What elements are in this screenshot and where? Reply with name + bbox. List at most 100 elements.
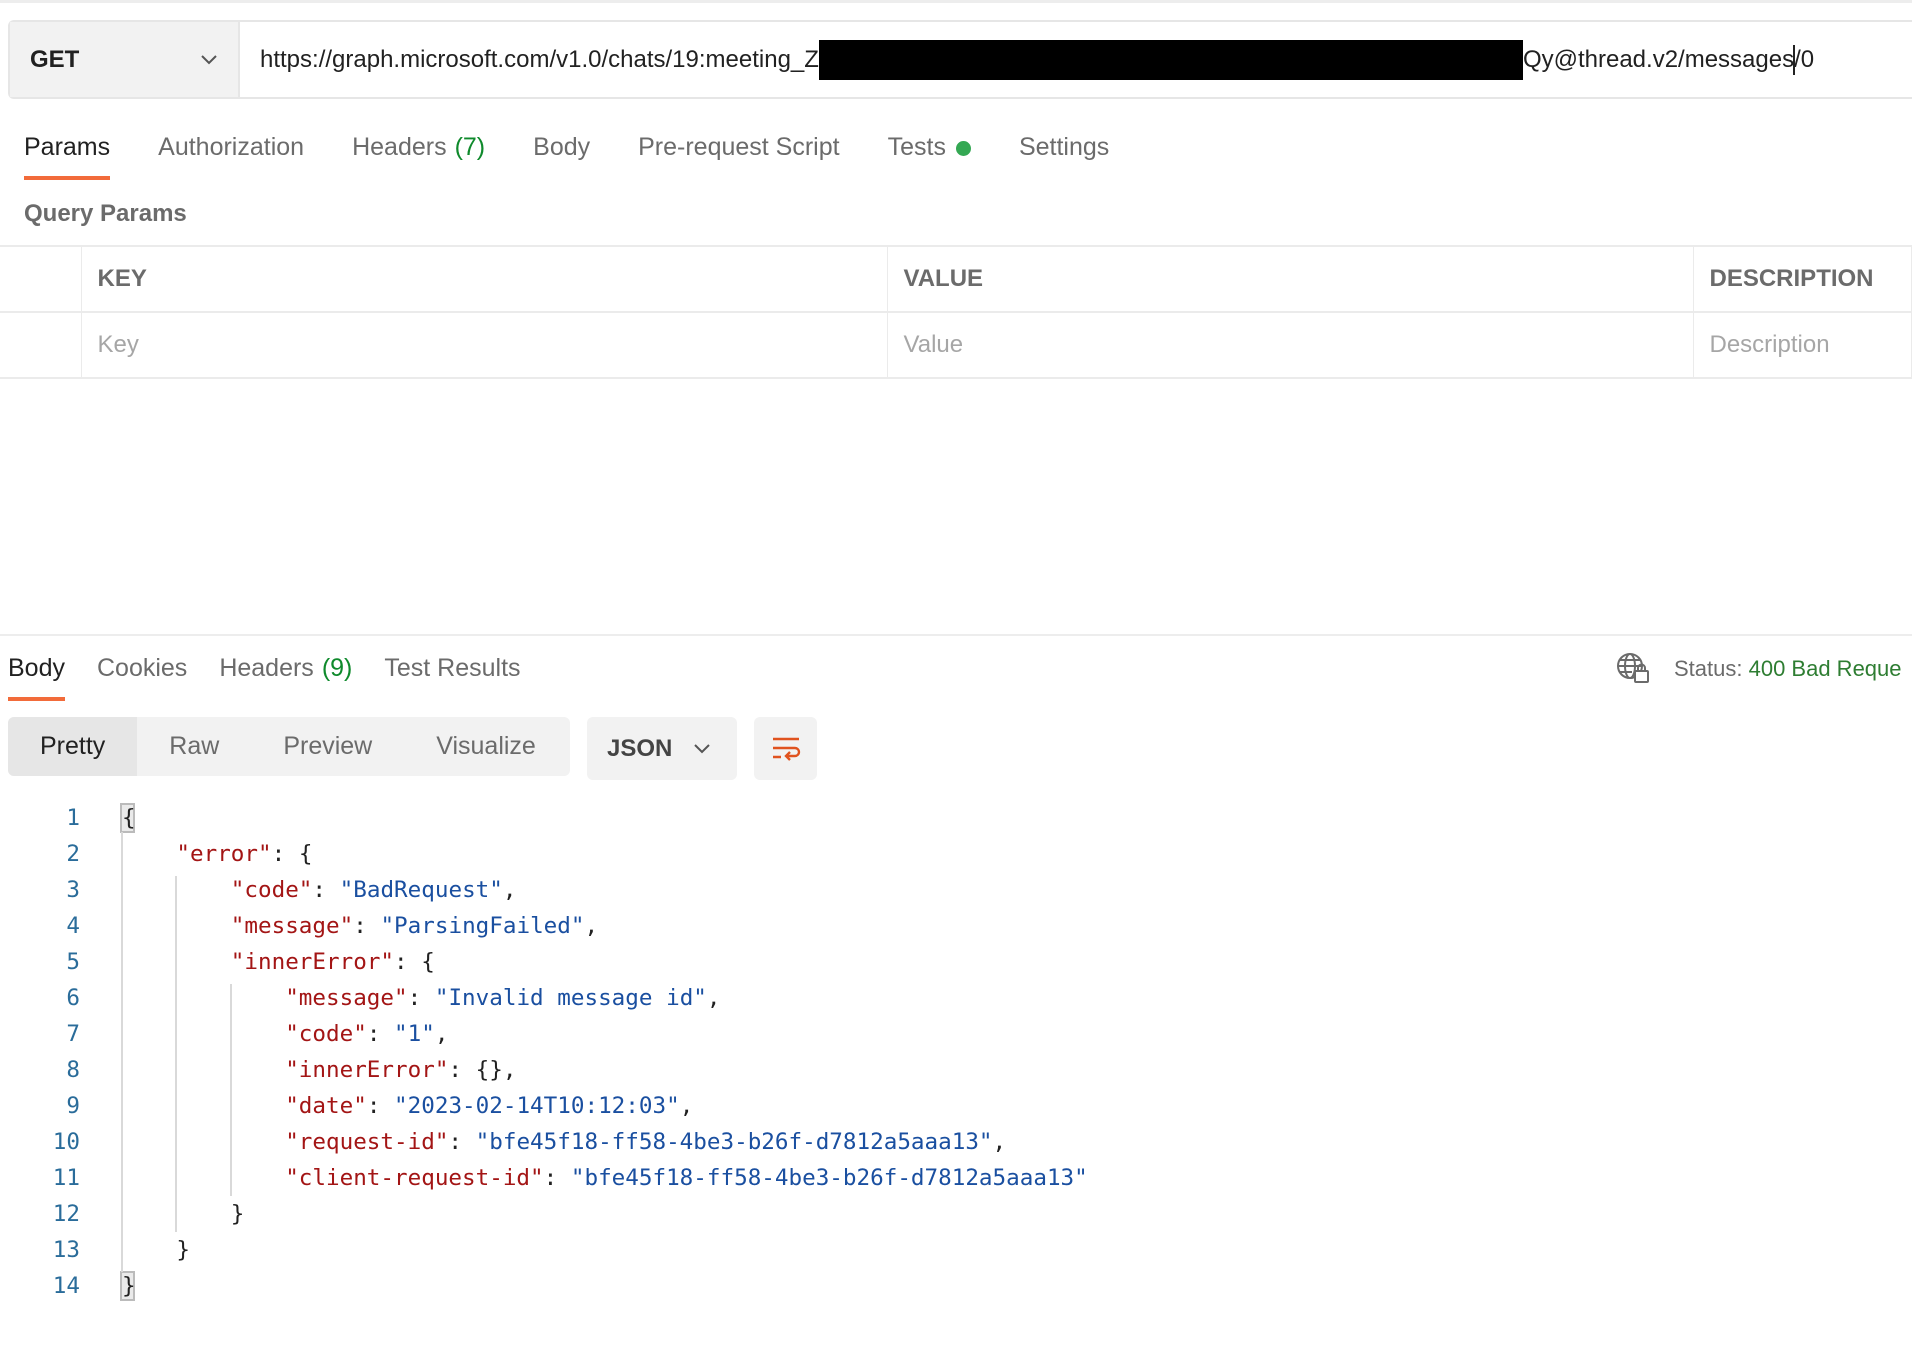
- code-line: 6 "message": "Invalid message id",: [0, 980, 720, 1016]
- code-line: 11 "client-request-id": "bfe45f18-ff58-4b…: [0, 1160, 1088, 1196]
- request-tab-authorization[interactable]: Authorization: [158, 133, 304, 162]
- code-text: "request-id": "bfe45f18-ff58-4be3-b26f-d…: [285, 1129, 1006, 1155]
- view-preview[interactable]: Preview: [251, 717, 404, 776]
- json-key: "client-request-id": [285, 1165, 544, 1191]
- line-number: 12: [52, 1201, 80, 1227]
- json-punctuation: : {},: [448, 1057, 517, 1083]
- top-divider: [0, 0, 1912, 3]
- format-label: JSON: [607, 734, 673, 762]
- json-string: "bfe45f18-ff58-4be3-b26f-d7812a5aaa13": [475, 1129, 993, 1155]
- code-line: 13}: [0, 1232, 190, 1268]
- view-mode-selector: Pretty Raw Preview Visualize: [8, 717, 570, 776]
- json-key: "message": [285, 985, 408, 1011]
- request-tab-tests[interactable]: Tests: [888, 133, 971, 162]
- request-bar: GET https://graph.microsoft.com/v1.0/cha…: [8, 20, 1912, 99]
- tab-count: (7): [454, 133, 486, 161]
- json-string: "bfe45f18-ff58-4be3-b26f-d7812a5aaa13": [570, 1165, 1088, 1191]
- code-text: "code": "1",: [285, 1021, 448, 1047]
- json-punctuation: :: [312, 877, 340, 903]
- indent-guide: [175, 876, 178, 1232]
- request-tab-params[interactable]: Params: [24, 133, 111, 180]
- json-punctuation: ,: [679, 1093, 694, 1119]
- code-line: 1{: [0, 800, 136, 836]
- status-value: 400 Bad Reque: [1748, 656, 1902, 681]
- line-number: 10: [52, 1129, 80, 1155]
- json-punctuation: :: [407, 985, 435, 1011]
- code-line: 5 "innerError": {: [0, 944, 434, 980]
- line-number: 13: [52, 1237, 80, 1263]
- description-input[interactable]: Description: [1693, 311, 1912, 379]
- json-key: "request-id": [285, 1129, 449, 1155]
- request-tab-headers[interactable]: Headers (7): [352, 133, 485, 162]
- json-string: "2023-02-14T10:12:03": [394, 1093, 680, 1119]
- json-punctuation: ,: [502, 877, 517, 903]
- response-tab-cookies[interactable]: Cookies: [97, 654, 187, 683]
- json-punctuation: ,: [706, 985, 721, 1011]
- response-tab-body[interactable]: Body: [8, 654, 65, 701]
- response-body-code[interactable]: 1{2 "error": {3 "code": "BadRequest", 4 "mes…: [0, 800, 1088, 1304]
- json-key: "code": [285, 1021, 367, 1047]
- tab-label: Body: [533, 133, 591, 161]
- tab-label: Params: [24, 133, 111, 161]
- line-number: 4: [66, 913, 80, 939]
- pane-divider[interactable]: [0, 634, 1912, 636]
- value-input[interactable]: Value: [887, 311, 1694, 379]
- line-number: 6: [66, 985, 80, 1011]
- code-text: "message": "Invalid message id",: [285, 985, 720, 1011]
- tab-label: Tests: [887, 133, 946, 161]
- json-punctuation: :: [353, 913, 381, 939]
- json-string: "ParsingFailed": [380, 913, 585, 939]
- wrap-lines-button[interactable]: [754, 717, 817, 780]
- key-input[interactable]: Key: [81, 311, 888, 379]
- code-text: {: [122, 805, 136, 831]
- view-visualize[interactable]: Visualize: [404, 717, 568, 776]
- response-tabs: Body Cookies Headers (9) Test Results: [8, 654, 553, 701]
- request-tab-body[interactable]: Body: [533, 133, 590, 162]
- json-string: "BadRequest": [339, 877, 503, 903]
- response-tab-headers[interactable]: Headers (9): [219, 654, 352, 683]
- code-text: "innerError": {},: [285, 1057, 516, 1083]
- tab-label: Cookies: [96, 654, 188, 682]
- description-header: DESCRIPTION: [1693, 245, 1912, 312]
- code-text: "client-request-id": "bfe45f18-ff58-4be3…: [285, 1165, 1088, 1191]
- json-key: "error": [176, 841, 272, 867]
- code-text: "date": "2023-02-14T10:12:03",: [285, 1093, 693, 1119]
- chevron-down-icon: [201, 54, 217, 64]
- format-select[interactable]: JSON: [587, 717, 737, 780]
- json-punctuation: :: [366, 1093, 395, 1119]
- code-text: "code": "BadRequest",: [231, 877, 517, 903]
- key-header: KEY: [81, 245, 888, 312]
- code-line: 7 "code": "1",: [0, 1016, 448, 1052]
- view-raw[interactable]: Raw: [137, 717, 251, 776]
- response-status: Status: 400 Bad Reque: [1674, 656, 1902, 682]
- json-punctuation: :: [543, 1165, 571, 1191]
- json-punctuation: }: [122, 1273, 136, 1299]
- chevron-down-icon: [694, 743, 710, 753]
- json-key: "innerError": [230, 949, 395, 975]
- tab-label: Headers: [352, 133, 447, 161]
- json-string: "1": [394, 1021, 435, 1047]
- json-key: "date": [285, 1093, 367, 1119]
- view-pretty[interactable]: Pretty: [8, 717, 138, 776]
- line-number: 8: [66, 1057, 80, 1083]
- status-label: Status:: [1674, 656, 1743, 681]
- method-select[interactable]: GET: [10, 22, 240, 97]
- json-key: "code": [230, 877, 313, 903]
- request-tab-pre-request-script[interactable]: Pre-request Script: [638, 133, 839, 162]
- url-input[interactable]: https://graph.microsoft.com/v1.0/chats/1…: [240, 22, 1912, 97]
- query-params-title: Query Params: [24, 200, 187, 227]
- json-punctuation: : {: [271, 841, 313, 867]
- redacted-block: [818, 39, 1523, 80]
- url-suffix-end: /0: [1794, 45, 1815, 73]
- url-suffix: Qy@thread.v2/messages: [1522, 45, 1795, 73]
- tab-label: Test Results: [384, 654, 521, 682]
- json-punctuation: ,: [992, 1129, 1007, 1155]
- network-globe-lock-icon[interactable]: [1616, 652, 1650, 689]
- url-prefix: https://graph.microsoft.com/v1.0/chats/1…: [260, 45, 819, 73]
- code-line: 2 "error": {: [0, 836, 312, 872]
- request-tabs: Params Authorization Headers (7) Body Pre-req…: [24, 133, 1157, 180]
- response-tab-test-results[interactable]: Test Results: [384, 654, 520, 683]
- json-key: "message": [230, 913, 354, 939]
- indent-guide: [121, 832, 123, 1272]
- request-tab-settings[interactable]: Settings: [1019, 133, 1109, 162]
